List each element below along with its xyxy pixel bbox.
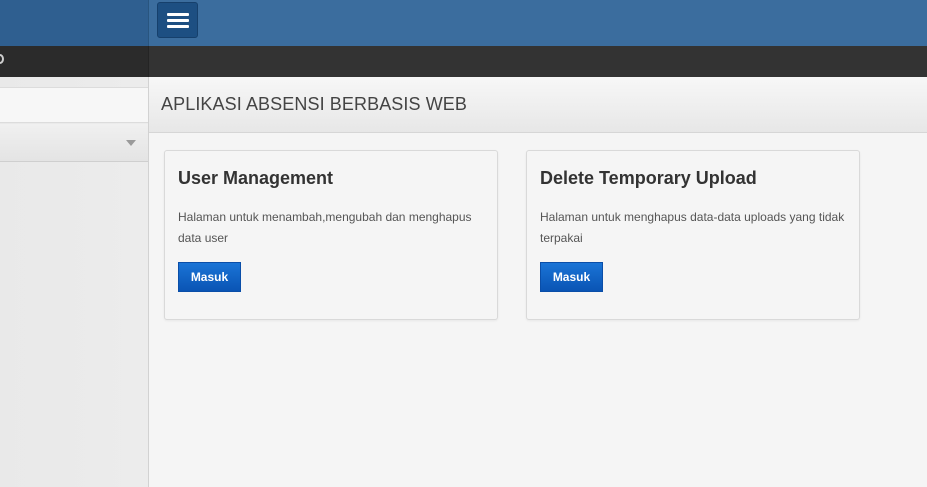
menu-toggle-button[interactable] xyxy=(157,2,198,38)
card-description: Halaman untuk menambah,mengubah dan meng… xyxy=(178,210,472,245)
user-area xyxy=(0,46,149,77)
chevron-down-icon xyxy=(126,140,136,146)
hamburger-icon-bar xyxy=(167,25,189,28)
masuk-button-user-management[interactable]: Masuk xyxy=(178,262,241,292)
page-title: APLIKASI ABSENSI BERBASIS WEB xyxy=(161,94,468,114)
brand-area xyxy=(0,0,149,46)
sidebar xyxy=(0,77,149,487)
hamburger-icon-bar xyxy=(167,19,189,22)
user-icon[interactable] xyxy=(0,54,4,64)
main-content: APLIKASI ABSENSI BERBASIS WEB User Manag… xyxy=(149,77,927,487)
page-header: APLIKASI ABSENSI BERBASIS WEB xyxy=(149,77,927,133)
masuk-button-delete-temporary-upload[interactable]: Masuk xyxy=(540,262,603,292)
top-navbar xyxy=(0,0,927,46)
card-title: Delete Temporary Upload xyxy=(540,168,757,188)
card-user-management: User Management Halaman untuk menambah,m… xyxy=(164,150,498,320)
card-title: User Management xyxy=(178,168,334,188)
card-description: Halaman untuk menghapus data-data upload… xyxy=(540,210,845,245)
secondary-navbar xyxy=(0,46,927,77)
sidebar-select[interactable] xyxy=(0,124,148,162)
hamburger-icon xyxy=(167,13,189,16)
sidebar-search-box[interactable] xyxy=(0,87,148,123)
card-delete-temporary-upload: Delete Temporary Upload Halaman untuk me… xyxy=(526,150,860,320)
